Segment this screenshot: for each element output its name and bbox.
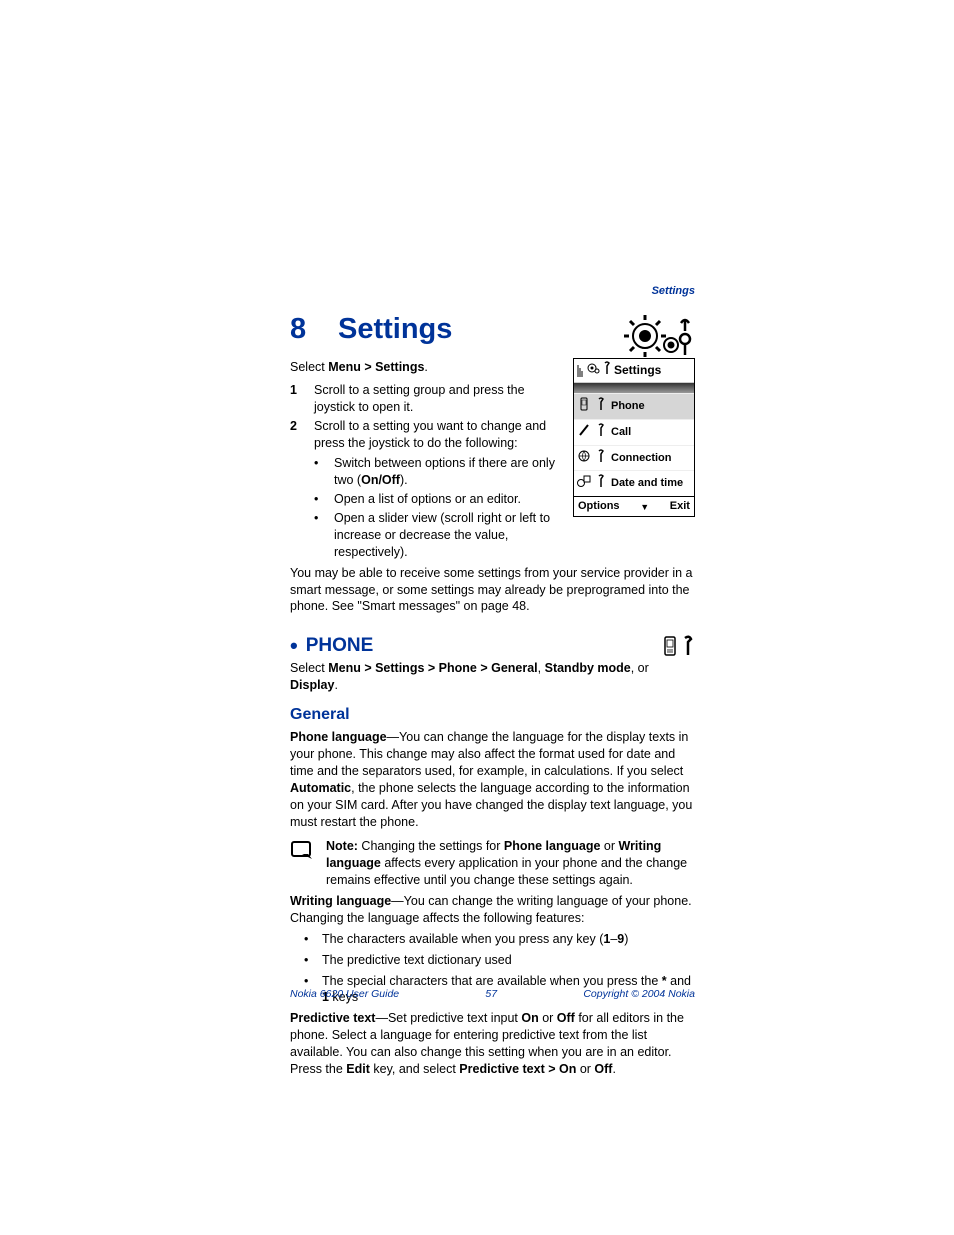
pen-icon <box>577 423 591 442</box>
predictive-text-para: Predictive text—Set predictive text inpu… <box>290 1010 695 1078</box>
body-content: Select Menu > Settings. 1 Scroll to a se… <box>290 358 695 1078</box>
page-footer: Nokia 6620 User Guide 57 Copyright © 200… <box>290 988 695 1000</box>
phone-screenshot: Settings Phone Call <box>573 358 695 517</box>
footer-left: Nokia 6620 User Guide <box>290 988 399 1000</box>
clock-calendar-icon <box>577 474 591 493</box>
note-icon <box>290 840 316 867</box>
running-header: Settings <box>652 285 695 297</box>
page-content: Settings <box>290 285 695 1078</box>
wrench-icon <box>594 449 608 468</box>
screenshot-row-connection: Connection <box>574 445 694 471</box>
note-block: Note: Changing the settings for Phone la… <box>290 838 695 889</box>
screenshot-row-phone: Phone <box>574 393 694 419</box>
footer-right: Copyright © 2004 Nokia <box>583 988 695 1000</box>
sub-bullet-item: • Switch between options if there are on… <box>290 455 559 489</box>
chapter-title-text: Settings <box>338 313 452 345</box>
page-number: 57 <box>485 988 497 1000</box>
screenshot-row-datetime: Date and time <box>574 470 694 496</box>
phone-select-path: Select Menu > Settings > Phone > General… <box>290 660 695 694</box>
globe-icon <box>577 449 591 468</box>
writing-language-para: Writing language—You can change the writ… <box>290 893 695 927</box>
step-1: 1 Scroll to a setting group and press th… <box>290 382 559 416</box>
bullet-item: • The predictive text dictionary used <box>290 952 695 969</box>
bullet-item: • The characters available when you pres… <box>290 931 695 948</box>
sub-bullet-item: • Open a list of options or an editor. <box>290 491 559 508</box>
softkey-right: Exit <box>670 499 690 514</box>
general-heading: General <box>290 704 695 726</box>
softkey-left: Options <box>578 499 620 514</box>
screenshot-gradient-bar <box>574 383 694 393</box>
intro-after-paragraph: You may be able to receive some settings… <box>290 565 695 616</box>
screenshot-title: Settings <box>614 362 661 378</box>
bullet-icon: • <box>290 635 298 657</box>
wrench-icon <box>594 423 608 442</box>
screenshot-softkeys: Options ▼ Exit <box>574 496 694 516</box>
wrench-icon <box>594 474 608 493</box>
screenshot-row-call: Call <box>574 419 694 445</box>
signal-icon <box>577 363 583 377</box>
wrench-icon <box>594 397 608 416</box>
phone-icon <box>577 397 591 416</box>
numbered-steps: 1 Scroll to a setting group and press th… <box>290 382 559 452</box>
phone-section-heading: • PHONE <box>290 633 695 659</box>
sub-bullets: • Switch between options if there are on… <box>290 455 559 560</box>
chapter-number: 8 <box>290 313 338 346</box>
down-arrow-icon: ▼ <box>640 501 649 513</box>
screenshot-titlebar: Settings <box>574 359 694 383</box>
phone-wrench-icon <box>661 635 695 657</box>
select-menu-path: Select Menu > Settings. <box>290 359 559 376</box>
phone-language-para: Phone language—You can change the langua… <box>290 729 695 830</box>
settings-gear-icon <box>621 315 695 357</box>
sub-bullet-item: • Open a slider view (scroll right or le… <box>290 510 559 561</box>
step-2: 2 Scroll to a setting you want to change… <box>290 418 559 452</box>
gear-small-icon <box>586 361 600 380</box>
wrench-small-icon <box>603 361 611 380</box>
